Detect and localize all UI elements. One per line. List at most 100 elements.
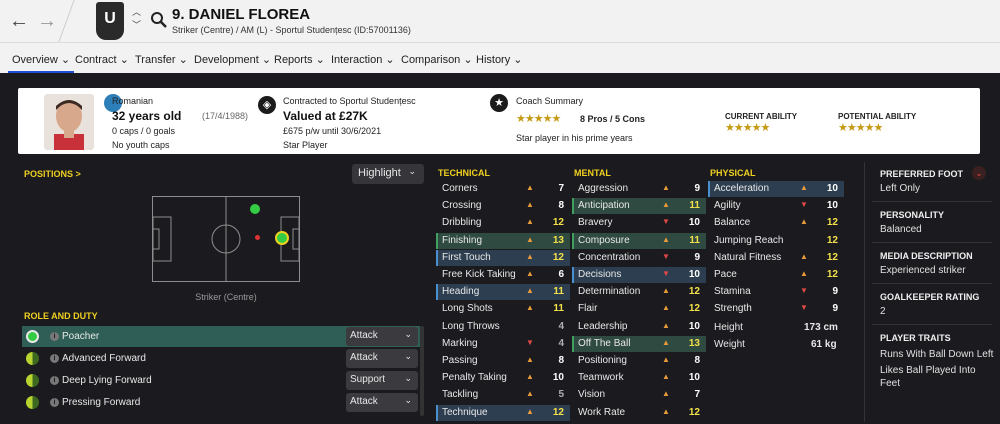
youth-caps: No youth caps (112, 140, 170, 150)
positions-title[interactable]: POSITIONS > (24, 169, 81, 179)
arrow-up-icon: ▲ (526, 372, 534, 382)
chevron-down-icon: ⌄ (404, 373, 412, 383)
tab-interaction[interactable]: Interaction ⌄ (331, 53, 395, 66)
attribute-row[interactable]: Technique ▲ 12 (436, 404, 570, 421)
attribute-name: Aggression (578, 183, 629, 194)
attribute-row[interactable]: Acceleration ▲ 10 (708, 181, 844, 197)
info-icon[interactable]: i (50, 332, 59, 341)
position-dot-aml[interactable] (250, 204, 260, 214)
position-dot-am[interactable] (255, 235, 260, 240)
attribute-row[interactable]: Teamwork ▲ 10 (572, 370, 706, 386)
info-icon[interactable]: i (50, 398, 59, 407)
attribute-value: 7 (694, 389, 700, 401)
attribute-name: Penalty Taking (442, 372, 507, 384)
arrow-up-icon: ▲ (526, 355, 534, 364)
attribute-row[interactable]: Penalty Taking ▲ 10 (436, 370, 570, 386)
attribute-row[interactable]: Positioning ▲ 8 (572, 353, 706, 369)
attribute-row[interactable]: Natural Fitness ▲ 12 (708, 250, 844, 266)
attribute-row[interactable]: Stamina ▼ 9 (708, 284, 844, 300)
player-switcher-chevrons[interactable]: ︿ ﹀ (132, 6, 141, 32)
attribute-row[interactable]: Anticipation ▲ 11 (572, 198, 706, 215)
attribute-value: 6 (558, 269, 564, 280)
attribute-row[interactable]: First Touch ▲ 12 (436, 249, 570, 266)
attribute-row[interactable]: Strength ▼ 9 (708, 301, 844, 317)
tab-development[interactable]: Development ⌄ (194, 53, 271, 66)
tab-transfer[interactable]: Transfer ⌄ (135, 53, 188, 66)
attribute-row[interactable]: Long Shots ▲ 11 (436, 301, 570, 317)
attribute-row[interactable]: Determination ▲ 12 (572, 284, 706, 300)
role-row-pressing-forward[interactable]: i Pressing Forward Attack ⌄ (22, 392, 420, 413)
chevron-down-icon[interactable]: ⌄ (972, 166, 986, 180)
arrow-up-icon: ▲ (526, 234, 534, 244)
attribute-value: 10 (688, 320, 700, 332)
attribute-row[interactable]: Work Rate ▲ 12 (572, 405, 706, 421)
attribute-name: Jumping Reach (714, 234, 784, 246)
role-row-poacher[interactable]: i Poacher Attack ⌄ (22, 326, 420, 347)
attribute-row[interactable]: Aggression ▲ 9 (572, 181, 706, 197)
nationality: Romanian (112, 96, 154, 106)
attribute-name: Marking (442, 337, 478, 349)
pitch-caption: Striker (Centre) (195, 292, 257, 302)
attribute-row[interactable]: Composure ▲ 11 (572, 232, 706, 249)
personality-title: PERSONALITY (880, 210, 945, 220)
attribute-row[interactable]: Corners ▲ 7 (436, 181, 570, 197)
attribute-row[interactable]: Dribbling ▲ 12 (436, 215, 570, 231)
attribute-row[interactable]: Crossing ▲ 8 (436, 198, 570, 214)
attribute-row[interactable]: Pace ▲ 12 (708, 267, 844, 283)
attribute-name: Balance (714, 217, 751, 229)
attribute-row[interactable]: Vision ▲ 7 (572, 387, 706, 403)
attribute-row[interactable]: Free Kick Taking ▲ 6 (436, 267, 570, 283)
tab-reports[interactable]: Reports ⌄ (274, 53, 325, 66)
tab-overview[interactable]: Overview ⌄ (7, 53, 75, 73)
club-badge-icon[interactable]: U (96, 2, 124, 40)
tab-comparison[interactable]: Comparison ⌄ (401, 53, 473, 66)
arrow-up-icon: ▲ (526, 183, 534, 192)
arrow-up-icon: ▲ (526, 251, 534, 261)
info-icon[interactable]: i (50, 354, 59, 363)
chevron-down-icon[interactable]: ﹀ (132, 19, 141, 32)
attribute-row[interactable]: Balance ▲ 12 (708, 215, 844, 231)
arrow-left-icon[interactable]: ← (8, 10, 30, 33)
attribute-value: 11 (553, 303, 564, 315)
position-dot-st[interactable] (275, 231, 289, 245)
preferred-foot-title: PREFERRED FOOT (880, 169, 964, 179)
attribute-row[interactable]: Leadership ▲ 10 (572, 319, 706, 335)
duty-dropdown[interactable]: Support ⌄ (346, 371, 418, 390)
attribute-row[interactable]: Bravery ▼ 10 (572, 215, 706, 231)
attribute-row[interactable]: Finishing ▲ 13 (436, 232, 570, 249)
attribute-row[interactable]: Tackling ▲ 5 (436, 387, 570, 403)
attribute-name: Acceleration (714, 183, 770, 194)
duty-dropdown[interactable]: Attack ⌄ (346, 349, 418, 368)
attribute-value: 12 (552, 217, 564, 229)
role-row-deep-lying-forward[interactable]: i Deep Lying Forward Support ⌄ (22, 370, 420, 391)
duty-dropdown[interactable]: Attack ⌄ (346, 327, 418, 346)
tab-contract[interactable]: Contract ⌄ (75, 53, 129, 66)
chevron-up-icon[interactable]: ︿ (132, 6, 141, 19)
attribute-value: 12 (826, 234, 838, 246)
arrow-up-icon: ▲ (526, 200, 534, 210)
roles-scrollbar[interactable] (420, 326, 424, 416)
tab-history[interactable]: History ⌄ (476, 53, 523, 66)
search-icon[interactable] (150, 11, 168, 29)
arrow-right-icon[interactable]: → (36, 10, 58, 33)
attribute-row[interactable]: Agility ▼ 10 (708, 198, 844, 214)
role-row-advanced-forward[interactable]: i Advanced Forward Attack ⌄ (22, 348, 420, 369)
attribute-name: Flair (578, 303, 598, 315)
attribute-row[interactable]: Jumping Reach 12 (708, 233, 844, 249)
attribute-row[interactable]: Heading ▲ 11 (436, 284, 570, 301)
preferred-foot-value: Left Only (880, 183, 921, 194)
info-icon[interactable]: i (50, 376, 59, 385)
highlight-dropdown[interactable]: Highlight ⌄ (352, 164, 424, 184)
attribute-row[interactable]: Long Throws 4 (436, 319, 570, 335)
chevron-down-icon: ⌄ (404, 329, 412, 339)
personality-value: Balanced (880, 224, 922, 235)
attribute-row[interactable]: Off The Ball ▲ 13 (572, 335, 706, 352)
sidebar-divider (864, 162, 865, 422)
attribute-row[interactable]: Concentration ▼ 9 (572, 250, 706, 266)
attribute-row[interactable]: Decisions ▼ 10 (572, 267, 706, 283)
duty-dropdown[interactable]: Attack ⌄ (346, 393, 418, 412)
attribute-row[interactable]: Passing ▲ 8 (436, 353, 570, 369)
attribute-row[interactable]: Marking ▼ 4 (436, 336, 570, 352)
highlight-bar (708, 181, 710, 197)
attribute-row[interactable]: Flair ▲ 12 (572, 301, 706, 317)
